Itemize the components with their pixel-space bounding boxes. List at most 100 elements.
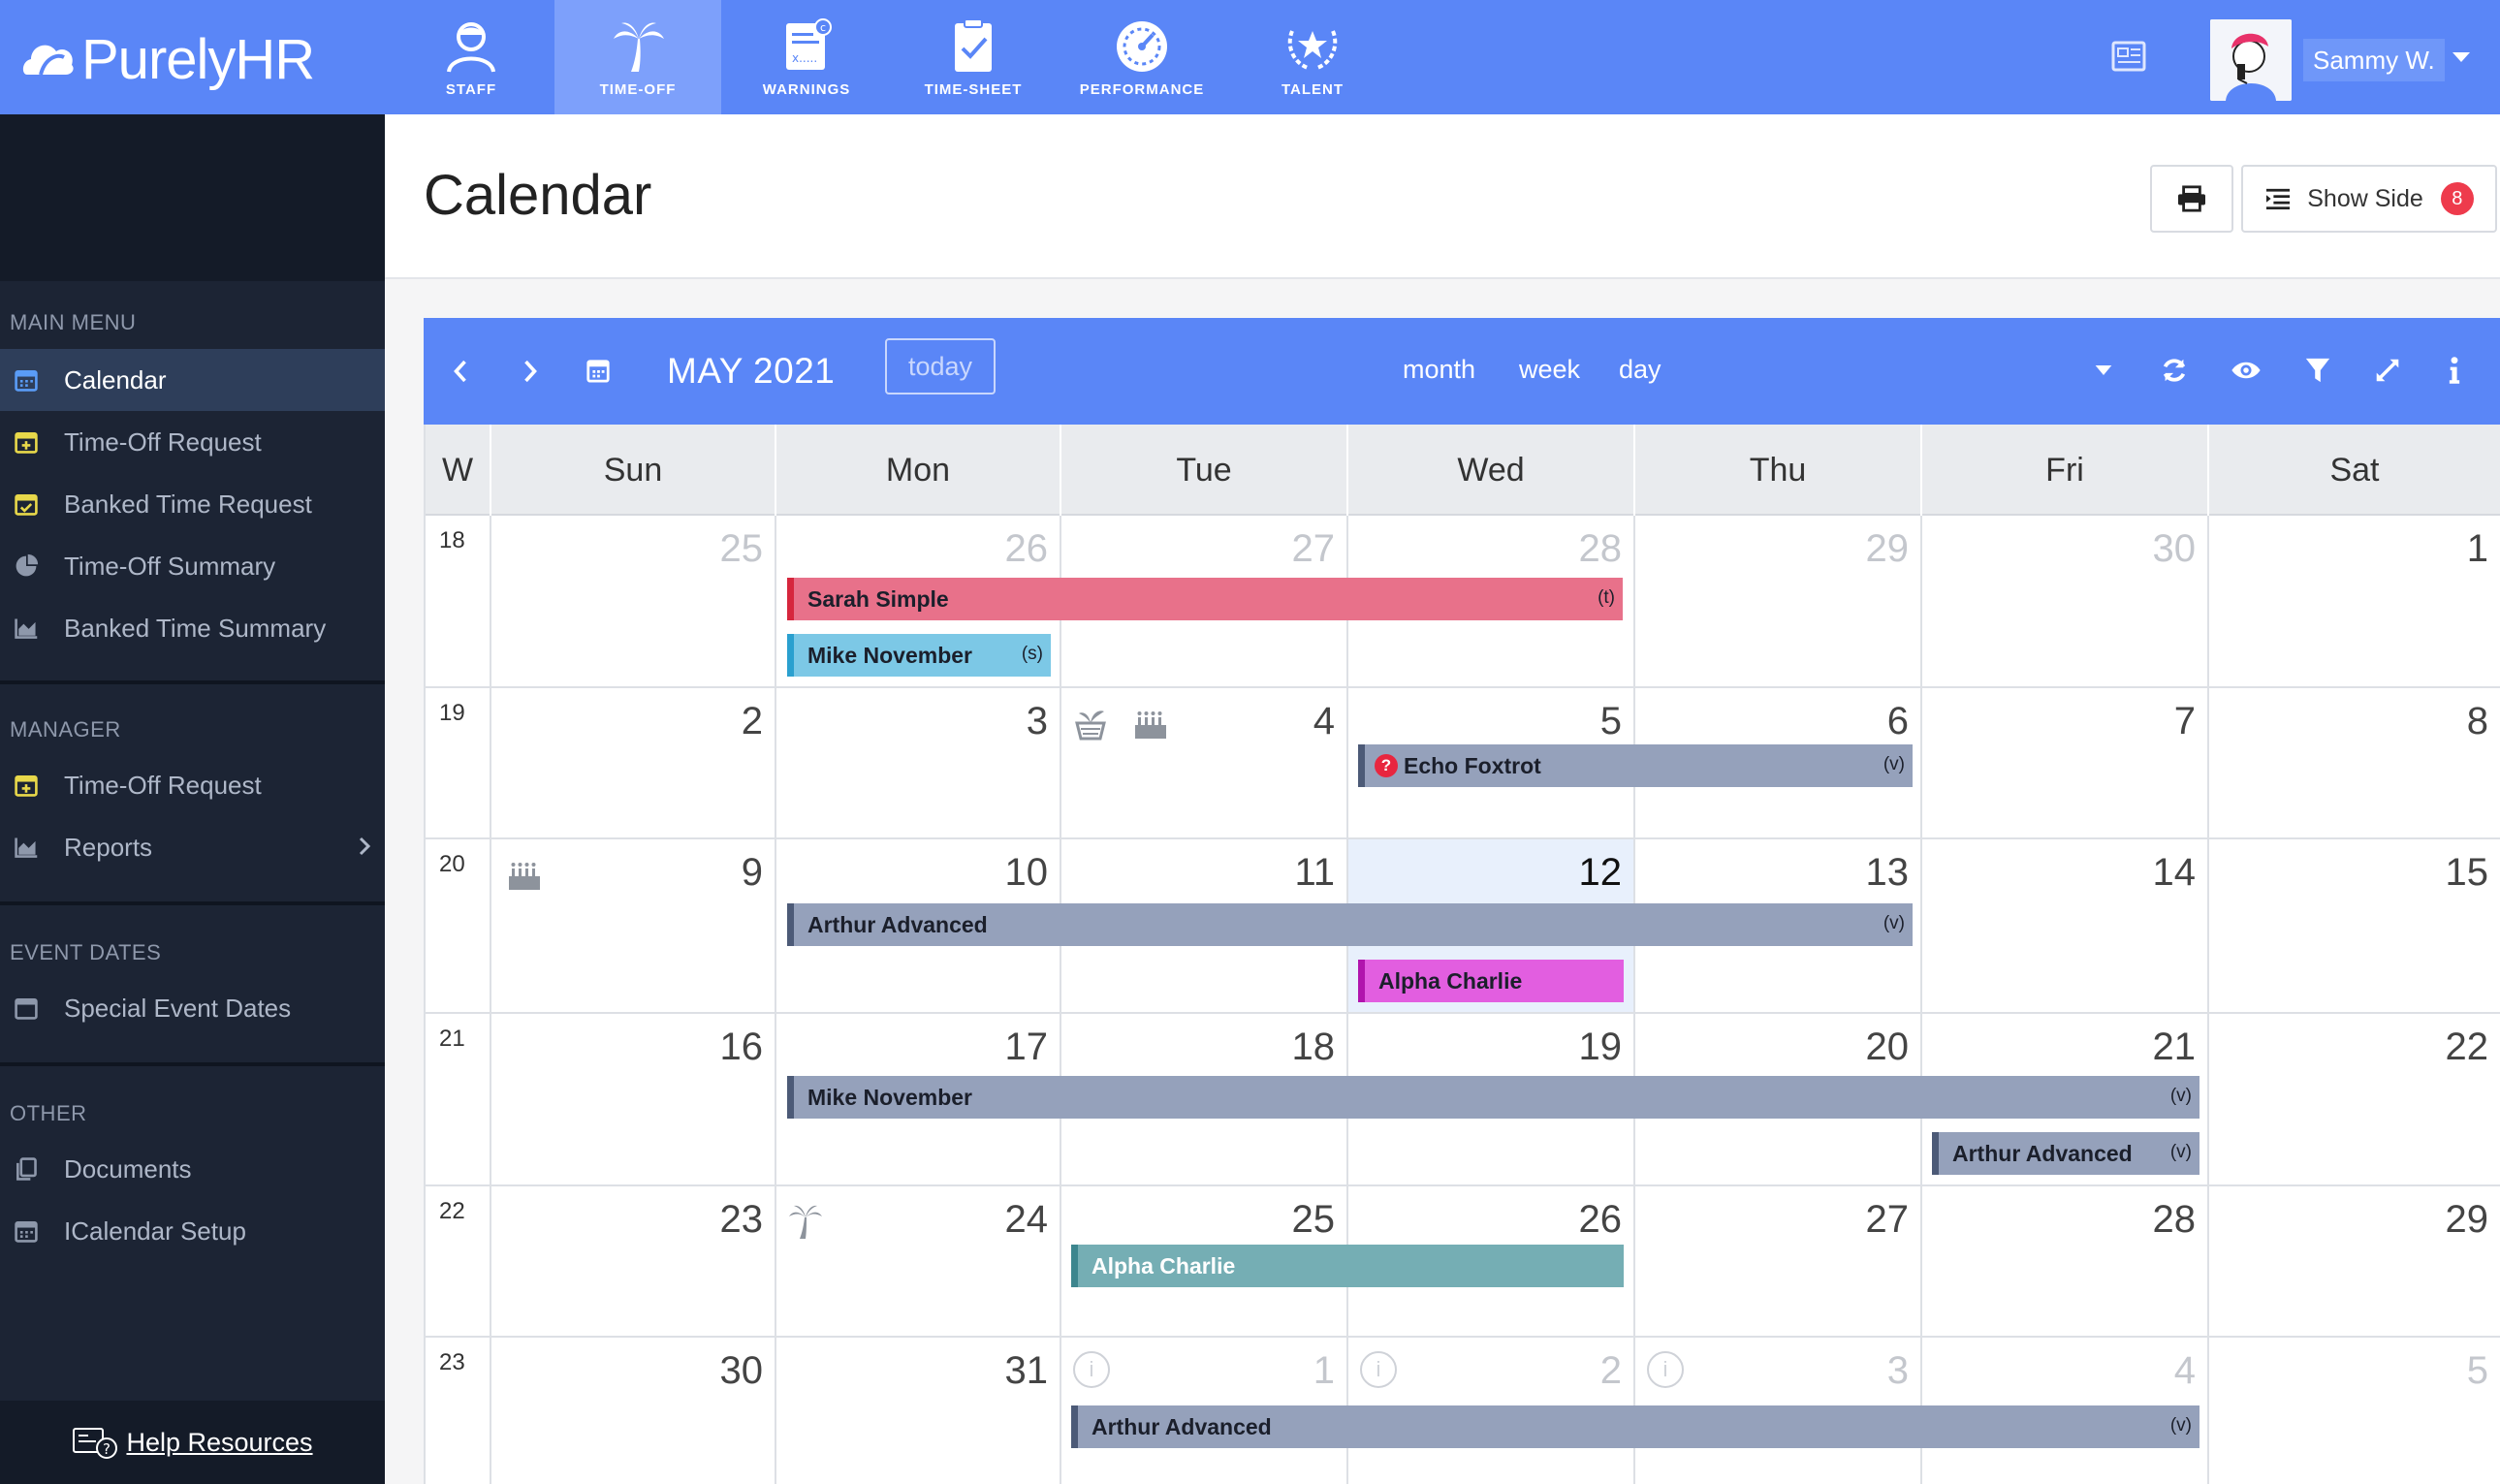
view-month-button[interactable]: month — [1403, 355, 1475, 385]
day-cell[interactable]: 16 — [491, 1014, 776, 1184]
day-cell[interactable]: 5 — [2209, 1338, 2500, 1484]
info-circle-icon[interactable]: i — [1073, 1351, 1110, 1388]
event-bar[interactable]: Mike November (s) — [787, 634, 1051, 677]
nav-time-off-label: TIME-OFF — [599, 80, 677, 98]
user-menu-caret-icon[interactable] — [2453, 52, 2470, 62]
sidebar-item-special-event-dates[interactable]: Special Event Dates — [0, 977, 385, 1039]
day-cell[interactable]: 14 — [1922, 839, 2209, 1012]
info-circle-icon[interactable]: i — [1360, 1351, 1397, 1388]
info-circle-icon[interactable]: i — [1647, 1351, 1684, 1388]
calendar-plus-icon — [12, 771, 41, 800]
visibility-button[interactable] — [2227, 353, 2265, 388]
day-cell[interactable]: 8 — [2209, 688, 2500, 837]
nav-staff[interactable]: STAFF — [388, 0, 554, 114]
today-button[interactable]: today — [885, 338, 996, 395]
view-day-button[interactable]: day — [1619, 355, 1661, 385]
nav-warnings[interactable]: x..... c WARNINGS — [723, 0, 890, 114]
day-cell[interactable]: 24 — [776, 1186, 1061, 1336]
day-cell[interactable]: 30 — [1922, 516, 2209, 686]
sidebar-item-calendar[interactable]: Calendar — [0, 349, 385, 411]
day-number: 13 — [1865, 851, 1910, 894]
birthday-cake-icon[interactable] — [1131, 704, 1170, 742]
day-number: 29 — [2445, 1198, 2489, 1241]
event-bar[interactable]: ? Echo Foxtrot (v) — [1358, 744, 1913, 787]
options-dropdown-button[interactable] — [2089, 359, 2118, 382]
nav-performance-label: PERFORMANCE — [1079, 80, 1205, 98]
sidebar-item-manager-time-off-request[interactable]: Time-Off Request — [0, 754, 385, 816]
purelyhr-logo[interactable]: PurelyHR — [21, 25, 315, 93]
event-bar[interactable]: Alpha Charlie — [1071, 1245, 1624, 1287]
user-menu[interactable]: Sammy W. — [2303, 39, 2445, 81]
sidebar-item-documents[interactable]: Documents — [0, 1138, 385, 1200]
nav-performance[interactable]: PERFORMANCE — [1059, 0, 1225, 114]
day-cell[interactable]: 7 — [1922, 688, 2209, 837]
refresh-button[interactable] — [2157, 353, 2192, 388]
view-week-button[interactable]: week — [1519, 355, 1580, 385]
birthday-cake-icon[interactable] — [505, 855, 544, 894]
sidebar-item-time-off-request[interactable]: Time-Off Request — [0, 411, 385, 473]
header-sun: Sun — [491, 425, 776, 516]
show-side-button[interactable]: Show Side 8 — [2241, 165, 2497, 233]
week-row: 23 30 31 i 1 i 2 i 3 4 5 Arthur Advanced… — [426, 1338, 2500, 1484]
event-bar[interactable]: Alpha Charlie — [1358, 960, 1624, 1002]
sidebar-item-time-off-summary[interactable]: Time-Off Summary — [0, 535, 385, 597]
calendar-grid-icon — [12, 1216, 41, 1246]
top-navbar: PurelyHR STAFF TIME-OFF x..... c WARNINGS… — [0, 0, 2500, 114]
day-cell[interactable]: 28 — [1922, 1186, 2209, 1336]
nav-time-sheet[interactable]: TIME-SHEET — [890, 0, 1057, 114]
fullscreen-button[interactable] — [2370, 353, 2405, 388]
event-bar[interactable]: Mike November (v) — [787, 1076, 2199, 1119]
prev-month-button[interactable] — [443, 351, 478, 392]
print-button[interactable] — [2150, 165, 2233, 233]
palm-tree-icon[interactable] — [786, 1202, 825, 1241]
day-number: 21 — [2152, 1026, 2197, 1068]
nav-time-sheet-label: TIME-SHEET — [924, 80, 1023, 98]
day-number: 4 — [1313, 700, 1335, 742]
warning-document-icon: x..... c — [786, 17, 832, 70]
sidebar-item-label: Time-Off Request — [64, 426, 262, 457]
day-cell[interactable]: 22 — [2209, 1014, 2500, 1184]
day-cell[interactable]: 4 — [1061, 688, 1348, 837]
sidebar-item-reports[interactable]: Reports — [0, 816, 385, 878]
plant-basket-icon[interactable] — [1071, 704, 1110, 742]
info-button[interactable] — [2440, 353, 2469, 388]
chevron-right-icon — [524, 360, 537, 383]
sidebar-item-icalendar-setup[interactable]: ICalendar Setup — [0, 1200, 385, 1262]
next-month-button[interactable] — [513, 351, 548, 392]
week-row: 21 16 17 18 19 20 21 22 Mike November (v… — [426, 1014, 2500, 1186]
day-number: 1 — [2466, 527, 2488, 570]
day-cell[interactable]: 9 — [491, 839, 776, 1012]
day-cell[interactable]: 27 — [1635, 1186, 1922, 1336]
day-number: 26 — [1004, 527, 1049, 570]
day-cell[interactable]: 2 — [491, 688, 776, 837]
sidebar-item-label: Time-Off Summary — [64, 551, 276, 581]
day-cell[interactable]: 29 — [2209, 1186, 2500, 1336]
event-bar[interactable]: Sarah Simple (t) — [787, 578, 1623, 620]
day-cell[interactable]: 15 — [2209, 839, 2500, 1012]
date-picker-button[interactable] — [583, 353, 614, 388]
day-cell[interactable]: 25 — [491, 516, 776, 686]
avatar[interactable] — [2210, 19, 2292, 101]
day-cell[interactable]: 1 — [2209, 516, 2500, 686]
filter-button[interactable] — [2300, 353, 2335, 388]
newspaper-icon[interactable] — [2109, 39, 2148, 74]
event-type-tag: (t) — [1598, 587, 1615, 608]
day-cell[interactable]: 31 — [776, 1338, 1061, 1484]
event-bar[interactable]: Arthur Advanced (v) — [1932, 1132, 2199, 1175]
event-bar[interactable]: Arthur Advanced (v) — [1071, 1405, 2199, 1448]
day-cell[interactable]: 29 — [1635, 516, 1922, 686]
nav-time-off[interactable]: TIME-OFF — [554, 0, 721, 114]
sidebar-item-banked-time-request[interactable]: Banked Time Request — [0, 473, 385, 535]
day-cell[interactable]: 23 — [491, 1186, 776, 1336]
sidebar-item-banked-time-summary[interactable]: Banked Time Summary — [0, 597, 385, 659]
day-number: 29 — [1865, 527, 1910, 570]
week-row: 18 25 26 27 28 29 30 1 Sarah Simple (t) … — [426, 516, 2500, 688]
sidebar-divider — [0, 1062, 385, 1066]
day-cell[interactable]: 30 — [491, 1338, 776, 1484]
event-bar[interactable]: Arthur Advanced (v) — [787, 903, 1913, 946]
day-cell[interactable]: 3 — [776, 688, 1061, 837]
nav-talent[interactable]: TALENT — [1229, 0, 1396, 114]
day-number: 12 — [1578, 851, 1623, 894]
help-resources-link[interactable]: ? Help Resources — [0, 1401, 385, 1484]
nav-staff-label: STAFF — [445, 80, 497, 98]
